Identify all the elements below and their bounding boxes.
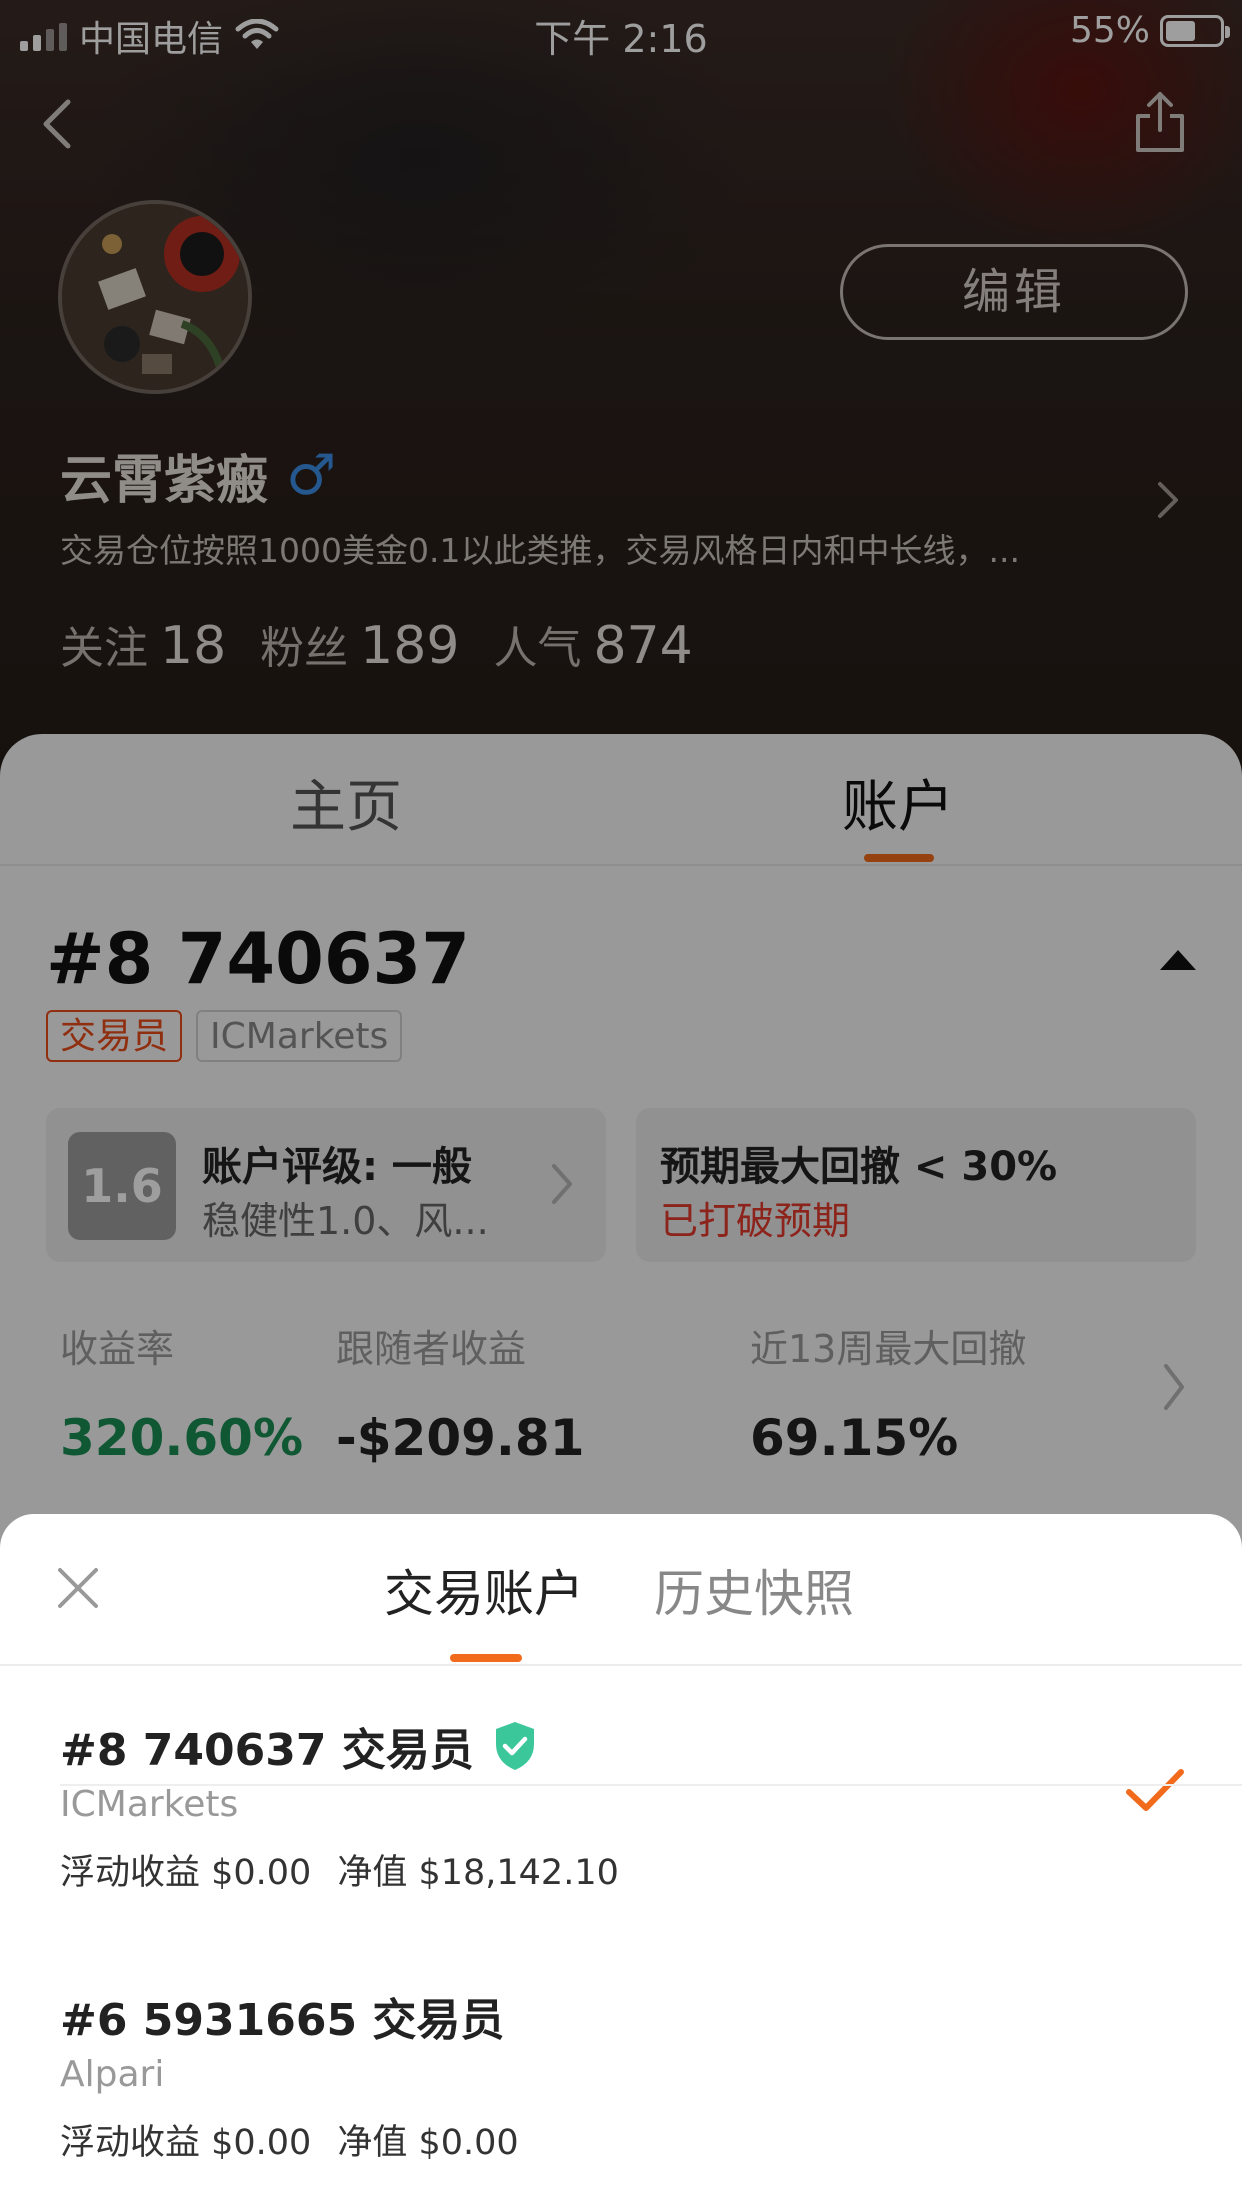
list-item[interactable]: #8 740637 交易员 ICMarkets 浮动收益 $0.00 净值 $1…	[0, 1666, 1242, 1936]
account-broker: ICMarkets	[60, 1784, 239, 1825]
account-title: #6 5931665 交易员	[60, 1995, 505, 2046]
checkmark-icon	[1126, 1769, 1184, 1811]
tab-history-snapshots[interactable]: 历史快照	[654, 1554, 854, 1626]
divider	[60, 1784, 1242, 1786]
net-equity: 净值 $18,142.10	[337, 1853, 619, 1893]
account-figures: 浮动收益 $0.00 净值 $0.00	[60, 2114, 519, 2165]
shield-check-icon	[495, 1722, 534, 1770]
net-equity: 净值 $0.00	[337, 2123, 519, 2163]
list-item[interactable]: #6 5931665 交易员 Alpari 浮动收益 $0.00 净值 $0.0…	[0, 1936, 1242, 2206]
account-picker-sheet: 交易账户 历史快照 #8 740637 交易员 ICMarkets 浮动收益 $…	[0, 1514, 1242, 2208]
screen: 中国电信 下午 2:16 55% 编辑 云霄紫瘢 ♂ 交易仓位按照1000美金0…	[0, 0, 1242, 2208]
floating-profit: 浮动收益 $0.00	[60, 2123, 312, 2163]
account-title: #8 740637 交易员	[60, 1714, 538, 1778]
account-broker: Alpari	[60, 2054, 165, 2095]
sheet-tab-indicator	[450, 1654, 522, 1662]
tab-trading-accounts[interactable]: 交易账户	[384, 1554, 584, 1626]
floating-profit: 浮动收益 $0.00	[60, 1853, 312, 1893]
account-figures: 浮动收益 $0.00 净值 $18,142.10	[60, 1844, 619, 1895]
close-icon[interactable]	[56, 1566, 100, 1610]
